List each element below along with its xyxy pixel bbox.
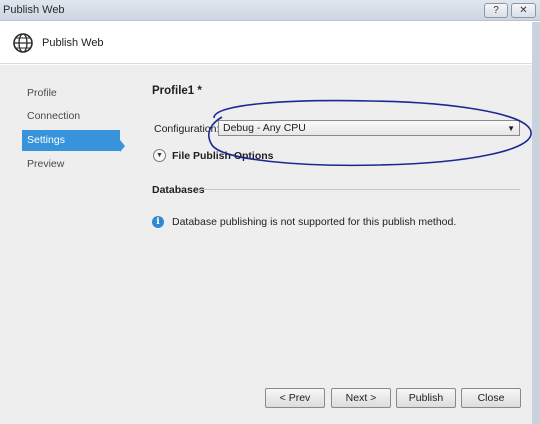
configuration-label: Configuration: <box>154 123 220 135</box>
close-button[interactable]: Close <box>461 388 521 408</box>
database-info-message: Database publishing is not supported for… <box>172 216 457 228</box>
next-button[interactable]: Next > <box>331 388 391 408</box>
info-icon: i <box>152 216 164 228</box>
nav-item-settings[interactable]: Settings <box>22 130 120 151</box>
nav-item-preview[interactable]: Preview <box>22 154 120 175</box>
nav-item-profile[interactable]: Profile <box>22 83 120 104</box>
window-border <box>532 22 540 424</box>
help-button[interactable]: ? <box>484 3 508 18</box>
databases-heading: Databases <box>152 184 205 196</box>
dialog-header: Publish Web <box>0 22 532 64</box>
nav-selection-arrow <box>120 140 125 152</box>
dialog-title: Publish Web <box>42 37 104 49</box>
dropdown-arrow-icon: ▼ <box>507 124 515 133</box>
prev-button[interactable]: < Prev <box>265 388 325 408</box>
title-bar: Publish Web ? ✕ <box>0 0 540 21</box>
publish-button[interactable]: Publish <box>396 388 456 408</box>
file-publish-options-label[interactable]: File Publish Options <box>172 150 274 162</box>
window-close-button[interactable]: ✕ <box>511 3 536 18</box>
window-title: Publish Web <box>3 4 65 16</box>
configuration-select[interactable]: Debug - Any CPU ▼ <box>218 120 520 136</box>
nav-item-connection[interactable]: Connection <box>22 106 120 127</box>
configuration-value: Debug - Any CPU <box>223 122 306 134</box>
section-divider <box>200 189 520 190</box>
profile-title: Profile1 * <box>152 85 202 97</box>
globe-icon <box>13 33 33 53</box>
expand-chevron-icon[interactable]: ▼ <box>153 149 166 162</box>
